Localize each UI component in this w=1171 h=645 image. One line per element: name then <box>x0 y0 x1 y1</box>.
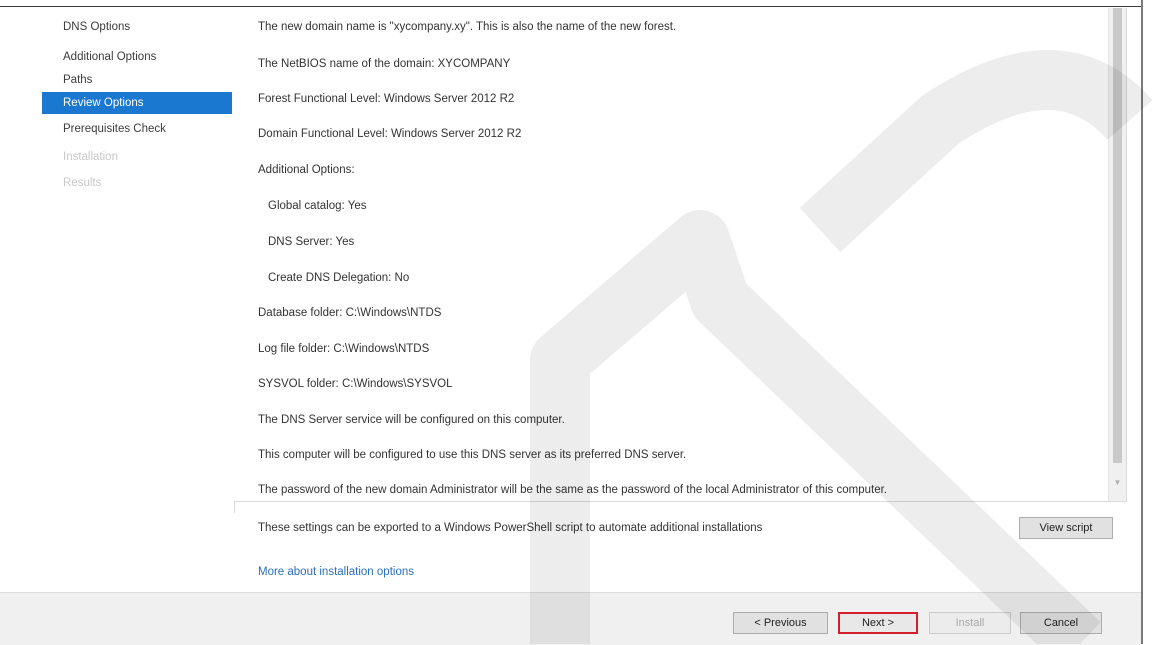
review-line: Log file folder: C:\Windows\NTDS <box>258 343 430 355</box>
review-line: This computer will be configured to use … <box>258 449 687 461</box>
cancel-button[interactable]: Cancel <box>1020 612 1102 634</box>
review-line: The new domain name is "xycompany.xy". T… <box>258 21 677 33</box>
export-settings-text: These settings can be exported to a Wind… <box>258 522 763 534</box>
nav-item-paths[interactable]: Paths <box>42 69 232 91</box>
review-line: The password of the new domain Administr… <box>258 484 887 496</box>
review-line: SYSVOL folder: C:\Windows\SYSVOL <box>258 378 453 390</box>
more-about-installation-options-link[interactable]: More about installation options <box>258 566 414 578</box>
previous-button[interactable]: < Previous <box>733 612 828 634</box>
view-script-button[interactable]: View script <box>1019 517 1113 539</box>
nav-item-additional-options[interactable]: Additional Options <box>42 46 232 68</box>
review-line: Forest Functional Level: Windows Server … <box>258 93 515 105</box>
review-line: Create DNS Delegation: No <box>268 272 410 284</box>
nav-item-review-options[interactable]: Review Options <box>42 92 232 114</box>
review-line: Database folder: C:\Windows\NTDS <box>258 307 442 319</box>
review-line: DNS Server: Yes <box>268 236 355 248</box>
review-line: Domain Functional Level: Windows Server … <box>258 128 522 140</box>
review-line: The NetBIOS name of the domain: XYCOMPAN… <box>258 58 511 70</box>
scrollbar-thumb[interactable] <box>1113 8 1122 463</box>
review-options-textbox[interactable]: The new domain name is "xycompany.xy". T… <box>234 8 1127 502</box>
nav-item-installation: Installation <box>63 151 118 163</box>
wizard-navigation: DNS Options Additional Options Paths Rev… <box>0 8 232 578</box>
install-button: Install <box>929 612 1011 634</box>
vertical-scrollbar[interactable]: ▼ <box>1108 8 1126 501</box>
review-line: Additional Options: <box>258 164 355 176</box>
scroll-down-arrow-icon[interactable]: ▼ <box>1113 478 1122 490</box>
next-button[interactable]: Next > <box>838 612 918 634</box>
nav-item-prerequisites-check[interactable]: Prerequisites Check <box>42 118 232 140</box>
window-edge <box>1141 0 1143 644</box>
nav-item-dns-options[interactable]: DNS Options <box>42 16 232 38</box>
nav-item-results: Results <box>63 177 102 189</box>
top-rule <box>0 6 1141 7</box>
review-line: Global catalog: Yes <box>268 200 367 212</box>
review-line: The DNS Server service will be configure… <box>258 414 565 426</box>
